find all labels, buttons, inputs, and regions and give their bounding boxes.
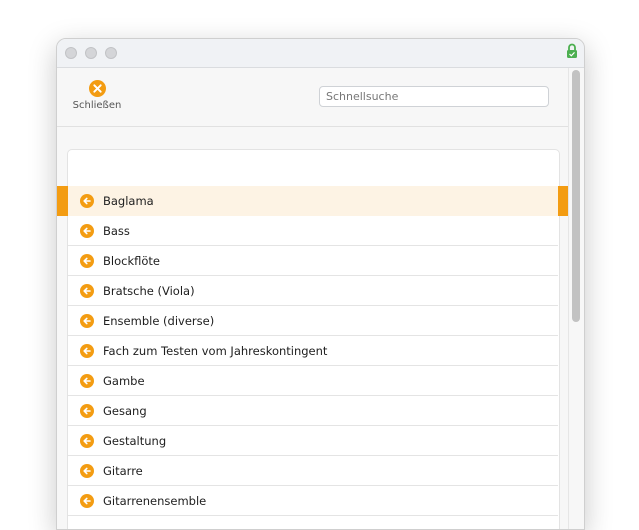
arrow-left-circle-icon [80,314,94,328]
list-item[interactable]: Ensemble (diverse) [57,306,569,336]
list-item-label: Bass [103,224,130,238]
list-item-label: Gitarre [103,464,143,478]
list-item-label: Gambe [103,374,145,388]
close-button[interactable]: Schließen [71,80,123,116]
list-item-label: Fach zum Testen vom Jahreskontingent [103,344,328,358]
list-item[interactable]: Gestaltung [57,426,569,456]
arrow-left-circle-icon [80,494,94,508]
app-window: Schließen Baglama Bass Blockflöte Bratsche … [56,38,585,530]
list-item[interactable]: Fach zum Testen vom Jahreskontingent [57,336,569,366]
title-bar [57,39,584,68]
window-zoom-dot[interactable] [105,47,117,59]
toolbar: Schließen [57,68,569,127]
arrow-left-circle-icon [80,224,94,238]
lock-icon [567,43,577,58]
list-item-label: Gitarrenensemble [103,494,207,508]
arrow-left-circle-icon [80,284,94,298]
list-item[interactable]: Gambe [57,366,569,396]
arrow-left-circle-icon [80,194,94,208]
quick-search-input[interactable] [319,86,549,107]
window-close-dot[interactable] [65,47,77,59]
scrollbar[interactable] [568,68,584,529]
list-item[interactable]: Bratsche (Viola) [57,276,569,306]
list-item-label: Gesang [103,404,147,418]
close-button-label: Schließen [72,100,122,111]
arrow-left-circle-icon [80,374,94,388]
scrollbar-thumb[interactable] [572,70,580,322]
content-area: Baglama Bass Blockflöte Bratsche (Viola) Ens… [57,127,569,529]
list-item[interactable]: Gitarre [57,456,569,486]
list-item-label: Gestaltung [103,434,167,448]
list-item-label: Ensemble (diverse) [103,314,215,328]
list-item[interactable]: Gitarrenensemble [57,486,569,516]
arrow-left-circle-icon [80,344,94,358]
close-circle-icon [88,80,106,97]
arrow-left-circle-icon [80,434,94,448]
list-item-label: Blockflöte [103,254,160,268]
arrow-left-circle-icon [80,464,94,478]
list-item[interactable]: Baglama [57,186,569,216]
list-item[interactable]: Blockflöte [57,246,569,276]
arrow-left-circle-icon [80,404,94,418]
list-item-label: Bratsche (Viola) [103,284,195,298]
subject-list: Baglama Bass Blockflöte Bratsche (Viola) Ens… [57,186,569,516]
arrow-left-circle-icon [80,254,94,268]
window-minimize-dot[interactable] [85,47,97,59]
list-item[interactable]: Gesang [57,396,569,426]
list-item-label: Baglama [103,194,154,208]
list-item[interactable]: Bass [57,216,569,246]
